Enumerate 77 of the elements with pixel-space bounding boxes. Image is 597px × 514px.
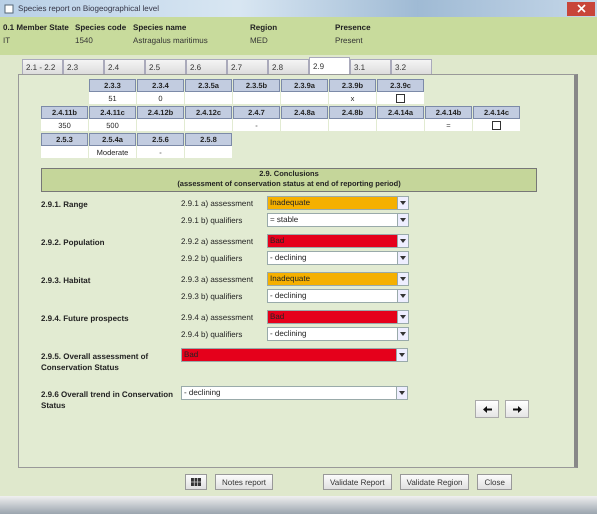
table-cell	[377, 119, 424, 131]
tab[interactable]: 2.7	[227, 59, 268, 74]
tab[interactable]: 2.4	[104, 59, 145, 74]
table-cell	[185, 119, 232, 131]
button[interactable]: Notes report	[215, 474, 274, 490]
table-cell	[41, 146, 88, 158]
dropdown-arrow-icon	[400, 277, 406, 281]
tab[interactable]: 3.2	[391, 59, 432, 74]
dropdown-arrow-icon	[400, 239, 406, 243]
header-label: Species name	[133, 23, 188, 34]
checkbox[interactable]	[396, 94, 405, 102]
tab[interactable]: 2.8	[268, 59, 309, 74]
tab[interactable]: 2.6	[186, 59, 227, 74]
header-value: IT	[3, 36, 12, 47]
dropdown[interactable]: - declining	[267, 289, 409, 303]
checkbox[interactable]	[492, 120, 501, 130]
dropdown-arrow-icon	[400, 256, 406, 260]
field-label: 2.9.2. Population	[41, 237, 106, 249]
dropdown[interactable]: - declining	[181, 386, 408, 400]
header-label: Presence	[335, 23, 372, 34]
field-label: 2.9.3 a) assessment	[181, 274, 254, 284]
field-label: 2.9.5. Overall assessment of Conservation Status	[41, 351, 150, 374]
tab[interactable]: 2.9	[309, 57, 350, 74]
window-title: Species report on Biogeographical level	[18, 4, 160, 13]
window-icon	[4, 4, 14, 14]
previous-button[interactable]	[475, 400, 499, 418]
dropdown-arrow-icon	[400, 218, 406, 222]
field-label: 2.9.4 b) qualifiers	[181, 330, 244, 338]
table-cell	[281, 119, 328, 131]
header-label: Species code	[75, 23, 128, 34]
dropdown-arrow-icon	[399, 353, 405, 357]
dropdown[interactable]: Inadequate	[267, 272, 409, 286]
grid-view-button[interactable]	[185, 474, 207, 490]
field-label: 2.9.2 b) qualifiers	[181, 254, 244, 262]
tab[interactable]: 2.5	[145, 59, 186, 74]
header-value: MED	[250, 36, 269, 47]
dropdown[interactable]: - declining	[267, 251, 409, 265]
field-label: 2.9.3 b) qualifiers	[181, 292, 244, 300]
tab[interactable]: 3.1	[350, 59, 391, 74]
tab[interactable]: 2.3	[63, 59, 104, 74]
next-button[interactable]	[505, 400, 529, 418]
dropdown-arrow-icon	[400, 332, 406, 336]
field-label: 2.9.6 Overall trend in Conservation Status	[41, 389, 174, 412]
dropdown[interactable]: Inadequate	[267, 196, 409, 210]
dropdown[interactable]: = stable	[267, 213, 409, 227]
close-button[interactable]	[567, 2, 595, 16]
table-cell	[137, 119, 184, 131]
field-label: 2.9.1 a) assessment	[181, 198, 254, 208]
dropdown-arrow-icon	[400, 294, 406, 298]
button[interactable]: Validate Region	[400, 474, 470, 490]
dropdown-arrow-icon	[399, 391, 405, 395]
header-value: 1540	[75, 36, 94, 47]
table-cell	[185, 146, 232, 158]
field-label: 2.9.1. Range	[41, 199, 89, 211]
field-label: 2.9.1 b) qualifiers	[181, 216, 244, 224]
table-cell	[329, 119, 376, 131]
header-value: Astragalus maritimus	[133, 36, 209, 47]
left-arrow-icon	[482, 406, 492, 412]
field-label: 2.9.2 a) assessment	[181, 236, 254, 246]
right-arrow-icon	[512, 406, 522, 412]
close-icon	[576, 4, 586, 13]
field-label: 2.9.3. Habitat	[41, 275, 92, 287]
tab[interactable]: 2.1 - 2.2	[22, 59, 63, 74]
table-cell	[185, 92, 232, 104]
button[interactable]: Validate Report	[323, 474, 392, 490]
grid-icon	[191, 478, 201, 486]
header-value: Present	[335, 36, 364, 47]
table-cell	[233, 92, 280, 104]
field-label: 2.9.4. Future prospects	[41, 313, 130, 325]
header-label: 0.1 Member State	[3, 23, 70, 34]
button[interactable]: Close	[477, 474, 512, 490]
dropdown-arrow-icon	[400, 201, 406, 205]
header-label: Region	[250, 23, 278, 34]
field-label: 2.9.4 a) assessment	[181, 312, 254, 322]
dropdown-arrow-icon	[400, 315, 406, 319]
dropdown[interactable]: - declining	[267, 327, 409, 341]
table-cell	[281, 92, 328, 104]
